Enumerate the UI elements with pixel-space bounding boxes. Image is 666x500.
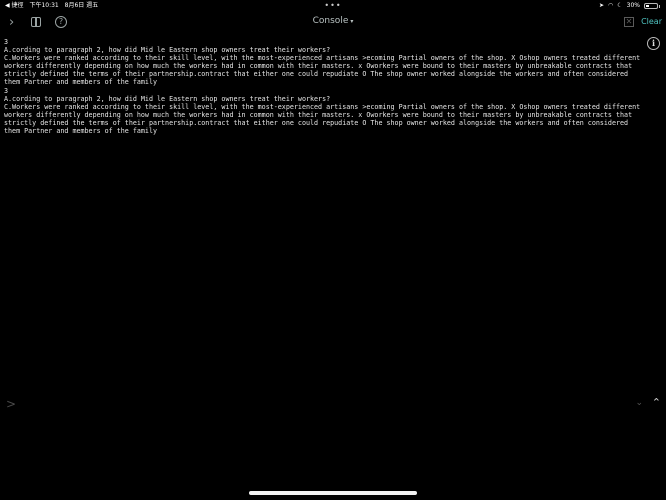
help-icon[interactable]: ? [55, 16, 67, 28]
home-indicator[interactable] [249, 491, 417, 495]
console-line: C.Workers were ranked according to their… [4, 54, 641, 87]
status-right: ➤ ◠ ☾ 30% [599, 0, 660, 12]
console-line: C.Workers were ranked according to their… [4, 102, 641, 136]
wifi-icon: ◠ [608, 2, 614, 9]
info-icon[interactable]: i [647, 37, 660, 50]
chevron-down-icon: ▾ [350, 18, 354, 25]
clear-button[interactable]: Clear [641, 17, 662, 26]
status-bar: ◀ 捷徑 下午10:31 8月6日 週五 ••• ➤ ◠ ☾ 30% [0, 0, 666, 12]
console-title-menu[interactable]: Console ▾ [313, 16, 354, 26]
moon-icon: ☾ [617, 2, 623, 9]
status-time: 下午10:31 [29, 2, 59, 9]
battery-tip [659, 4, 660, 8]
history-down-chevron-icon[interactable]: ⌄ [635, 398, 643, 408]
status-date: 8月6日 週五 [64, 2, 99, 9]
close-icon[interactable]: ✕ [624, 17, 634, 27]
location-icon: ➤ [598, 2, 605, 9]
toolbar: › ? Console ▾ ✕ Clear [0, 12, 666, 34]
page-title: Console [312, 16, 349, 26]
console-line: A.cording to paragraph 2, how did Mid le… [4, 46, 331, 55]
console-line: 3 [4, 38, 9, 46]
console-input-prompt-icon[interactable]: > [6, 397, 16, 411]
console-line: A.cording to paragraph 2, how did Mid le… [4, 94, 331, 103]
battery-level [646, 5, 649, 7]
status-left: ◀ 捷徑 下午10:31 8月6日 週五 [5, 0, 102, 12]
battery-percent: 30% [626, 2, 640, 9]
console-line: 3 [4, 86, 9, 95]
console-output: 3 A.cording to paragraph 2, how did Mid … [4, 38, 644, 135]
multitasking-dots-icon[interactable]: ••• [324, 0, 341, 12]
history-up-chevron-icon[interactable]: ⌃ [652, 396, 661, 409]
back-to-app-link[interactable]: ◀ 捷徑 [5, 2, 24, 9]
chevron-right-icon[interactable]: › [9, 15, 14, 31]
battery-icon [644, 3, 658, 9]
sidebar-icon[interactable] [31, 17, 41, 27]
